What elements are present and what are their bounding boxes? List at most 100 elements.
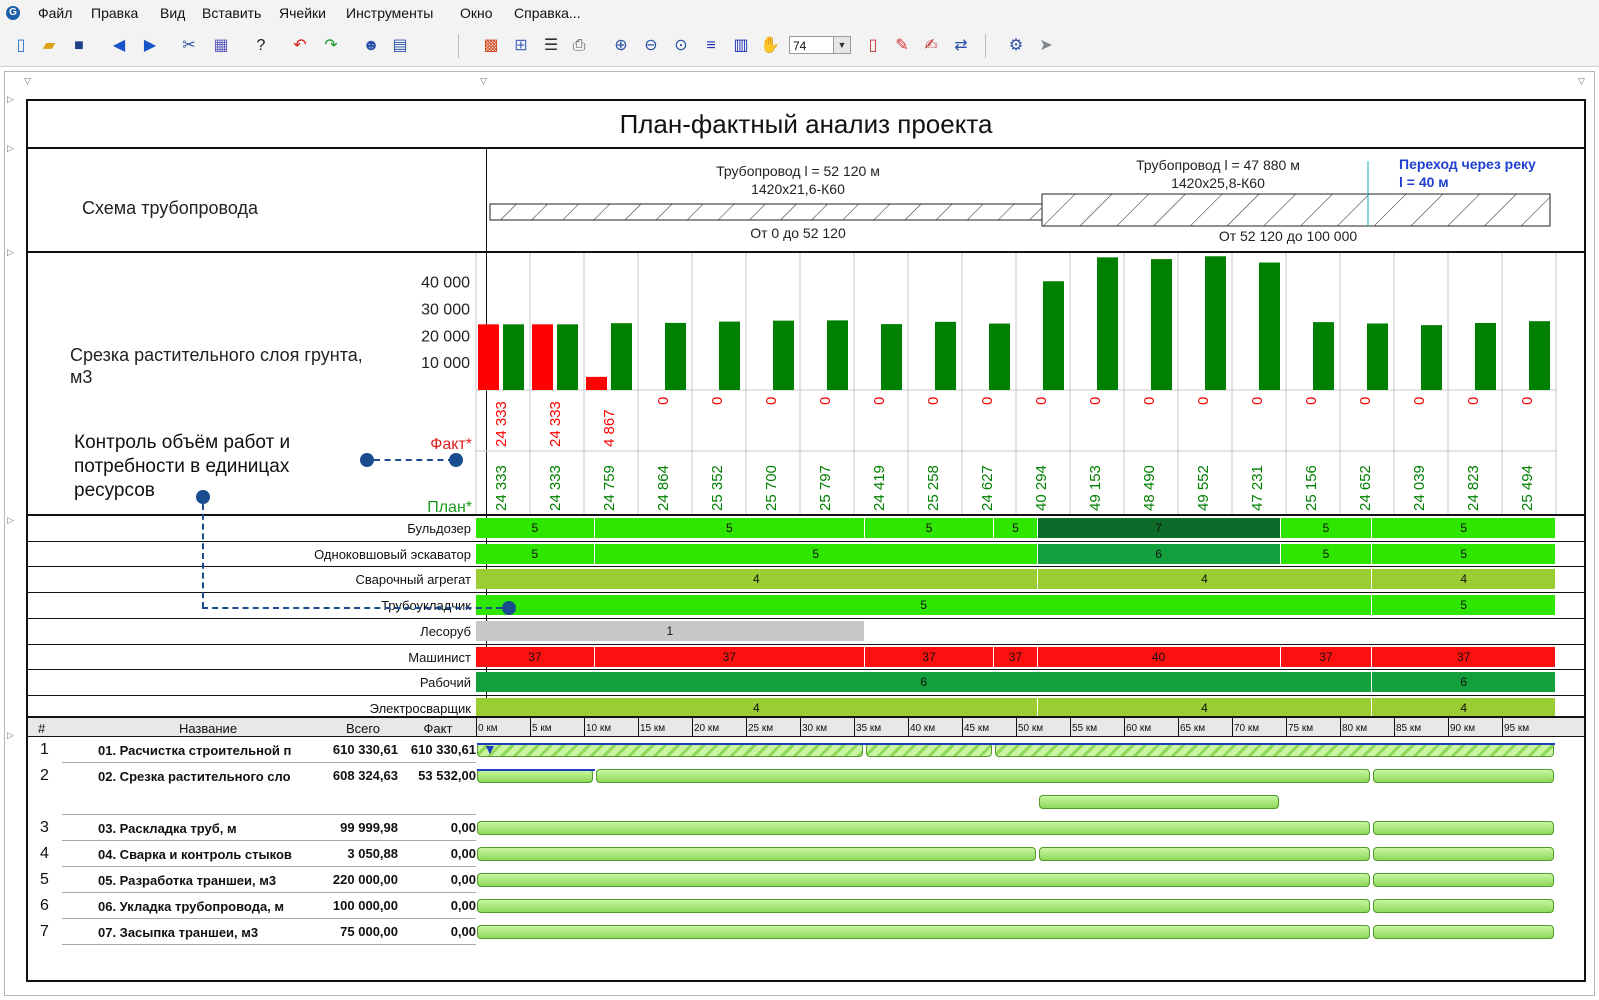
resource-segment: 5 (594, 543, 1037, 564)
gantt-bar[interactable] (477, 925, 1371, 939)
gantt-bar[interactable] (477, 899, 1371, 913)
fact-value-label: 0 (709, 397, 726, 405)
resource-label: Трубоукладчик (381, 598, 471, 614)
gantt-bar[interactable] (1373, 873, 1554, 887)
resource-label: Рабочий (419, 675, 471, 691)
header-fact: Факт (423, 721, 453, 736)
open-folder-icon[interactable]: ▰ (40, 37, 58, 55)
save-icon[interactable]: ■ (70, 37, 88, 55)
menu-edit[interactable]: Правка (91, 5, 138, 21)
plan-value-label: 25 156 (1303, 465, 1320, 511)
menu-file[interactable]: Файл (38, 5, 72, 21)
gantt-bar[interactable] (1373, 847, 1554, 861)
resource-segment: 5 (594, 518, 864, 538)
row-divider (28, 540, 1584, 542)
plan-value-label: 24 419 (871, 465, 888, 511)
annotation-connector (202, 504, 204, 608)
fact-bar (586, 376, 607, 390)
gantt-bar[interactable] (477, 873, 1371, 887)
redo-icon[interactable]: ↷ (322, 37, 340, 55)
chevron-down-icon[interactable]: ▼ (833, 37, 850, 53)
header-num: # (38, 721, 46, 736)
gantt-bar[interactable] (1373, 899, 1554, 913)
row-divider (28, 669, 1584, 671)
edit-chart-icon[interactable]: ✎ (893, 37, 911, 55)
help-icon[interactable]: ? (252, 37, 270, 55)
resource-segment: 4 (1372, 569, 1555, 590)
plan-value-label: 25 797 (817, 465, 834, 511)
plan-value-label: 25 700 (763, 465, 780, 511)
new-file-icon[interactable]: ▯ (12, 37, 30, 55)
columns-bars-icon[interactable]: ▥ (732, 37, 750, 55)
plan-value-label: 25 494 (1519, 465, 1536, 511)
menu-tools[interactable]: Инструменты (346, 5, 433, 21)
settings-icon[interactable]: ⚙ (1007, 37, 1025, 55)
page-icon[interactable]: ▯ (864, 37, 882, 55)
row-divider (62, 892, 476, 893)
table-icon[interactable]: ▤ (391, 37, 409, 55)
menu-insert[interactable]: Вставить (202, 5, 261, 21)
forward-icon[interactable]: ▶ (141, 37, 159, 55)
annotation-dot (449, 453, 463, 467)
gantt-bar[interactable] (477, 821, 1371, 835)
gantt-bar[interactable] (1038, 847, 1371, 861)
gantt-bar[interactable] (1373, 925, 1554, 939)
gantt-bar[interactable] (595, 769, 1371, 783)
chart-icon[interactable]: ▩ (482, 37, 500, 55)
km-label: 55 км (1072, 723, 1098, 734)
task-total: 100 000,00 (332, 898, 398, 913)
columns-icon[interactable]: ⊞ (512, 37, 530, 55)
plan-value-label: 48 490 (1141, 465, 1158, 511)
row-divider (62, 762, 476, 763)
annotation-dot (196, 490, 210, 504)
gantt-bar[interactable] (1373, 821, 1554, 835)
resource-segment: 7 (1037, 518, 1280, 538)
print-preview-icon[interactable]: ⎙ (570, 37, 588, 55)
row-divider (62, 866, 476, 867)
gantt-bar[interactable] (1038, 795, 1279, 809)
tools-icon[interactable]: ✂ (180, 37, 198, 55)
fact-value-label: 0 (979, 397, 996, 405)
undo-icon[interactable]: ↶ (291, 37, 309, 55)
menu-view[interactable]: Вид (160, 5, 185, 21)
app-logo-icon[interactable]: G (6, 6, 20, 20)
edit-icon[interactable]: ✍ (922, 37, 940, 55)
menu-help[interactable]: Справка... (514, 5, 581, 21)
km-label: 25 км (748, 723, 774, 734)
zoom-fit-icon[interactable]: ⊙ (672, 37, 690, 55)
export-icon[interactable]: ⇄ (952, 37, 970, 55)
fact-value-label: 24 333 (547, 401, 564, 447)
gantt-bar[interactable] (1373, 769, 1554, 783)
resource-label: Бульдозер (407, 521, 471, 536)
plan-bar (503, 324, 524, 390)
gantt-bar[interactable] (995, 743, 1554, 757)
annotation-dot (502, 601, 516, 615)
fact-value-label: 0 (1357, 397, 1374, 405)
grid-icon[interactable]: ▦ (212, 37, 230, 55)
zoom-in-icon[interactable]: ⊕ (612, 37, 630, 55)
y-tick-label: 30 000 (421, 301, 470, 318)
zoom-select[interactable]: 74 ▼ (789, 36, 851, 54)
km-tick (1502, 718, 1503, 736)
km-tick (746, 718, 747, 736)
menu-window[interactable]: Окно (460, 5, 493, 21)
gantt-bar[interactable] (477, 743, 863, 757)
user-icon[interactable]: ☻ (362, 37, 380, 55)
gantt-bar[interactable] (477, 769, 593, 783)
row-number: 1 (40, 741, 49, 758)
resource-segment: 4 (1037, 697, 1372, 718)
filter-icon[interactable]: ☰ (542, 37, 560, 55)
rows-icon[interactable]: ≡ (702, 37, 720, 55)
y-tick-label: 10 000 (421, 355, 470, 372)
resource-segment: 4 (1037, 569, 1372, 590)
arrow-icon[interactable]: ➤ (1037, 37, 1055, 55)
resource-segment: 6 (1037, 543, 1280, 564)
gantt-bar[interactable] (865, 743, 993, 757)
fact-value-label: 0 (1087, 397, 1104, 405)
hand-icon[interactable]: ✋ (760, 37, 780, 55)
back-icon[interactable]: ◀ (110, 37, 128, 55)
menu-cells[interactable]: Ячейки (279, 5, 326, 21)
gantt-bar[interactable] (477, 847, 1036, 861)
pipeline-segment-2 (1041, 193, 1551, 227)
zoom-out-icon[interactable]: ⊖ (642, 37, 660, 55)
